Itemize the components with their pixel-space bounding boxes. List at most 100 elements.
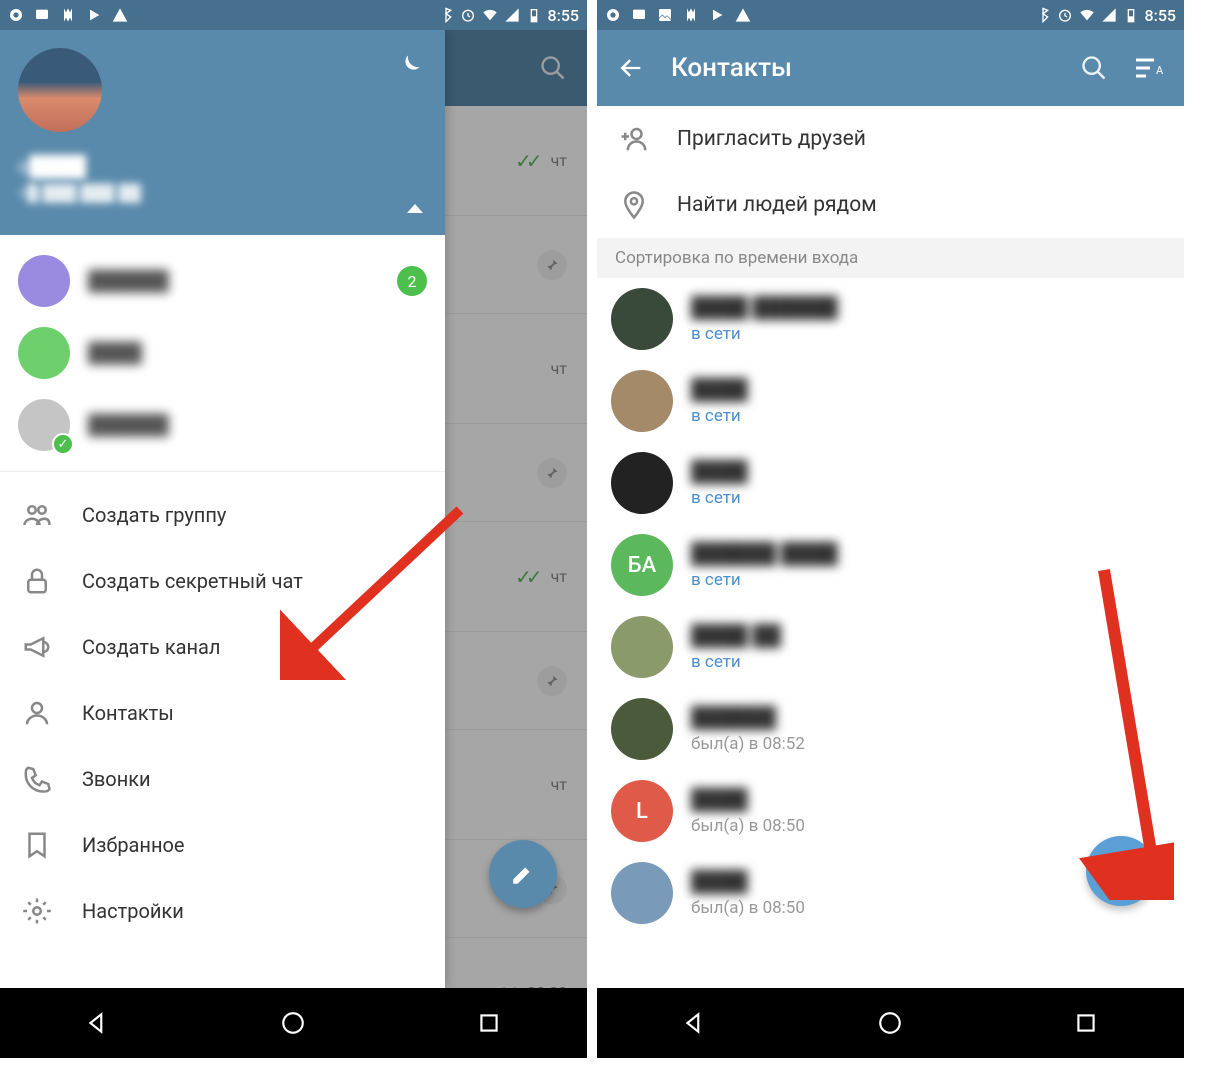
status-time: 8:55 [548, 6, 580, 25]
active-check-icon: ✓ [52, 433, 74, 455]
menu-new-group[interactable]: Создать группу [0, 482, 445, 548]
group-icon [22, 500, 52, 530]
contacts-toolbar: Контакты A [597, 30, 1184, 106]
sort-icon[interactable]: A [1134, 56, 1164, 80]
contact-avatar: L [611, 780, 673, 842]
home-nav-icon[interactable] [280, 1010, 306, 1036]
people-nearby-row[interactable]: Найти людей рядом [597, 172, 1184, 238]
menu-saved[interactable]: Избранное [0, 812, 445, 878]
contact-status: был(а) в 08:50 [691, 816, 805, 836]
menu-settings[interactable]: Настройки [0, 878, 445, 944]
photos-icon [683, 7, 699, 23]
status-time: 8:55 [1145, 6, 1177, 25]
action-label: Пригласить друзей [677, 127, 866, 151]
alarm-icon [460, 7, 476, 23]
wifi-icon [1079, 7, 1095, 23]
menu-contacts[interactable]: Контакты [0, 680, 445, 746]
wifi-icon [482, 7, 498, 23]
user-avatar[interactable] [18, 48, 102, 132]
menu-label: Избранное [82, 833, 185, 857]
user-phone: +█ ███ ███ ██ [18, 183, 427, 203]
menu-new-secret[interactable]: Создать секретный чат [0, 548, 445, 614]
recent-nav-icon[interactable] [476, 1010, 502, 1036]
section-header: Сортировка по времени входа [597, 238, 1184, 278]
unread-badge: 2 [397, 266, 427, 296]
svg-text:A: A [1156, 64, 1164, 77]
contact-avatar [611, 370, 673, 432]
battery-icon [1123, 7, 1139, 23]
account-avatar [18, 255, 70, 307]
location-icon [619, 190, 649, 220]
contact-status: в сети [691, 406, 748, 426]
contact-status: в сети [691, 652, 781, 672]
alarm-icon [1057, 7, 1073, 23]
account-row[interactable]: ██████ 2 [0, 245, 445, 317]
night-mode-icon[interactable] [395, 52, 423, 80]
contact-row[interactable]: L████был(а) в 08:50 [597, 770, 1184, 852]
back-nav-icon[interactable] [682, 1010, 708, 1036]
nav-circle-icon [8, 7, 24, 23]
home-nav-icon[interactable] [877, 1010, 903, 1036]
contact-avatar [611, 698, 673, 760]
contact-row[interactable]: ██████был(а) в 08:52 [597, 688, 1184, 770]
invite-friends-row[interactable]: Пригласить друзей [597, 106, 1184, 172]
image-icon [657, 7, 673, 23]
contact-name: ████ [691, 377, 748, 402]
page-title: Контакты [671, 53, 1054, 83]
status-bar: 8:55 [0, 0, 587, 30]
contact-row[interactable]: ████в сети [597, 442, 1184, 524]
contact-status: в сети [691, 570, 838, 590]
accounts-list: ██████ 2 ████ ✓ ██████ [0, 235, 445, 472]
photos-icon [60, 7, 76, 23]
contact-name: ██████ [691, 705, 805, 730]
contact-status: был(а) в 08:50 [691, 898, 805, 918]
person-icon [22, 698, 52, 728]
android-navbar [0, 988, 587, 1058]
account-avatar [18, 327, 70, 379]
lock-icon [22, 566, 52, 596]
bookmark-icon [22, 830, 52, 860]
signal-icon [1101, 7, 1117, 23]
contact-row[interactable]: БА██████ ████в сети [597, 524, 1184, 606]
bluetooth-icon [438, 7, 454, 23]
contact-name: ██████ ████ [691, 541, 838, 566]
back-icon[interactable] [617, 54, 645, 82]
recent-nav-icon[interactable] [1073, 1010, 1099, 1036]
contact-name: ████ [691, 459, 748, 484]
user-name: o████ [18, 154, 427, 179]
account-name: ████ [88, 341, 142, 365]
menu-calls[interactable]: Звонки [0, 746, 445, 812]
menu-new-channel[interactable]: Создать канал [0, 614, 445, 680]
contacts-list: ████ ██████в сети████в сети████в сетиБА█… [597, 278, 1184, 934]
chat-icon [34, 7, 50, 23]
account-name: ██████ [88, 413, 169, 437]
navigation-drawer: o████ +█ ███ ███ ██ ██████ 2 ████ ✓ ████… [0, 30, 445, 988]
invite-icon [619, 124, 649, 154]
contact-status: в сети [691, 324, 838, 344]
drawer-header: o████ +█ ███ ███ ██ [0, 30, 445, 235]
compose-fab[interactable] [489, 840, 557, 908]
contact-row[interactable]: ████ в сети [597, 360, 1184, 442]
account-row[interactable]: ✓ ██████ [0, 389, 445, 461]
back-nav-icon[interactable] [85, 1010, 111, 1036]
warning-icon [735, 7, 751, 23]
contact-avatar [611, 452, 673, 514]
contact-avatar [611, 288, 673, 350]
action-label: Найти людей рядом [677, 193, 877, 217]
search-icon[interactable] [1080, 54, 1108, 82]
expand-toggle-icon[interactable] [407, 204, 423, 213]
contact-row[interactable]: ████ ██████в сети [597, 278, 1184, 360]
android-navbar [597, 988, 1184, 1058]
contact-row[interactable]: ████ ██в сети [597, 606, 1184, 688]
menu-label: Контакты [82, 701, 174, 725]
nav-circle-icon [605, 7, 621, 23]
play-icon [86, 7, 102, 23]
status-bar: 8:55 [597, 0, 1184, 30]
account-row[interactable]: ████ [0, 317, 445, 389]
add-contact-fab[interactable]: + [1086, 836, 1156, 906]
warning-icon [112, 7, 128, 23]
contact-avatar [611, 616, 673, 678]
bluetooth-icon [1035, 7, 1051, 23]
phone-left: 8:55 ✓✓чт чт ✓✓чт kak-v… чт m -iz ✓✓08:2… [0, 0, 587, 1058]
chat-icon [631, 7, 647, 23]
